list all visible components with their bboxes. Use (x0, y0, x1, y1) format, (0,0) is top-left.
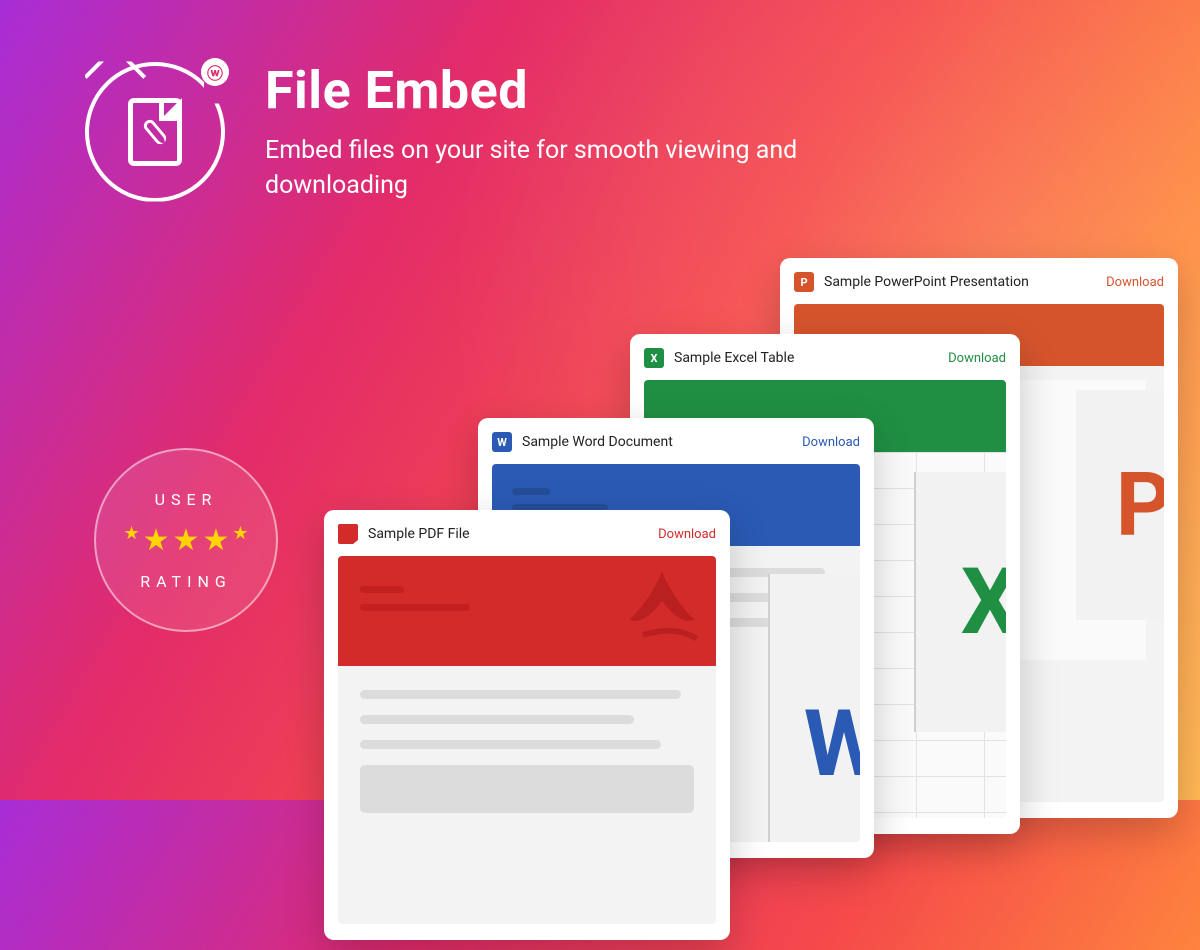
filetype-letter: X (914, 472, 1006, 732)
file-title: Sample Excel Table (674, 350, 794, 366)
download-link[interactable]: Download (1106, 275, 1164, 290)
download-link[interactable]: Download (948, 351, 1006, 366)
file-title: Sample Word Document (522, 434, 673, 450)
rating-label-bottom: RATING (140, 572, 232, 591)
download-link[interactable]: Download (802, 435, 860, 450)
filetype-letter: P (1076, 390, 1164, 620)
pdf-icon (338, 524, 358, 544)
product-logo: ⓦ (85, 62, 225, 202)
download-link[interactable]: Download (658, 527, 716, 542)
excel-icon: X (644, 348, 664, 368)
adobe-icon (614, 560, 710, 656)
wordpress-icon: ⓦ (201, 58, 229, 86)
powerpoint-icon: P (794, 272, 814, 292)
word-icon: W (492, 432, 512, 452)
star-icon: ★ (143, 523, 170, 558)
rating-label-top: USER (155, 490, 218, 509)
hero-subtitle: Embed files on your site for smooth view… (265, 133, 825, 203)
hero-title: File Embed (265, 60, 825, 121)
file-title: Sample PDF File (368, 526, 470, 542)
file-card-pdf: Sample PDF File Download (324, 510, 730, 940)
hero: ⓦ File Embed Embed files on your site fo… (85, 60, 825, 203)
star-icon: ★ (124, 523, 140, 558)
star-icon: ★ (202, 523, 229, 558)
filetype-letter: W (768, 574, 860, 842)
file-preview (338, 556, 716, 924)
star-icon: ★ (173, 523, 200, 558)
user-rating-badge: USER ★ ★ ★ ★ ★ RATING (94, 448, 278, 632)
star-icon: ★ (232, 523, 248, 558)
file-title: Sample PowerPoint Presentation (824, 274, 1029, 290)
rating-stars: ★ ★ ★ ★ ★ (124, 523, 249, 558)
